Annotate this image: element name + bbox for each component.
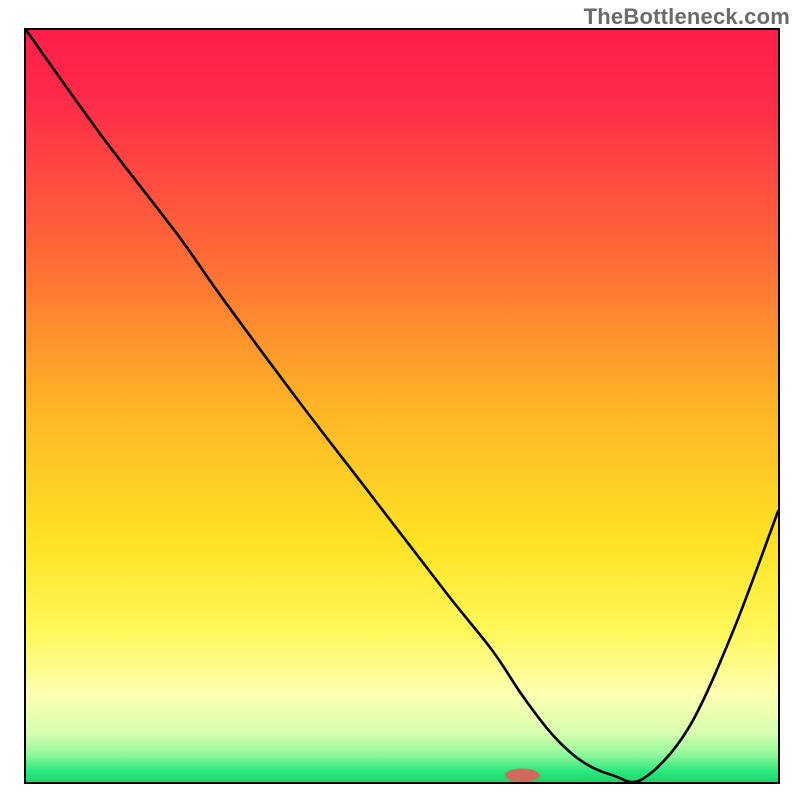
optimum-marker: [505, 768, 540, 782]
gradient-background: [26, 30, 778, 782]
chart-svg: [26, 30, 778, 782]
watermark-text: TheBottleneck.com: [584, 4, 790, 30]
plot-frame: [24, 28, 780, 784]
chart-stage: TheBottleneck.com: [0, 0, 800, 800]
